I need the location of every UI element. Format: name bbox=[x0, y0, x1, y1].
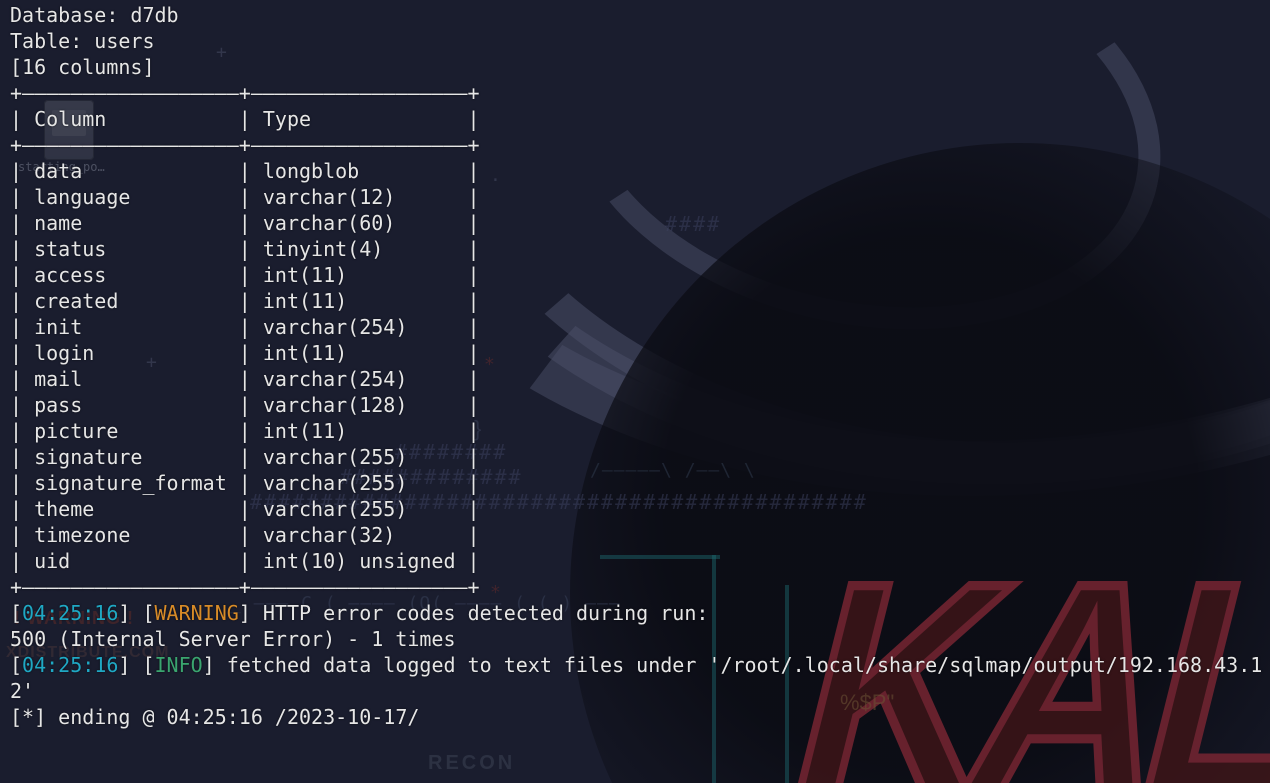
terminal-line: 2' bbox=[10, 678, 1270, 704]
terminal-line: | uid | int(10) unsigned | bbox=[10, 548, 1270, 574]
terminal-line: | login | int(11) | bbox=[10, 340, 1270, 366]
terminal-line: | timezone | varchar(32) | bbox=[10, 522, 1270, 548]
terminal-line: | signature_format | varchar(255) | bbox=[10, 470, 1270, 496]
terminal-output[interactable]: Database: d7dbTable: users[16 columns]+—… bbox=[0, 0, 1270, 730]
terminal-line: +——————————————————+——————————————————+ bbox=[10, 132, 1270, 158]
log-timestamp: 04:25:16 bbox=[22, 601, 118, 625]
log-level-warning: WARNING bbox=[155, 601, 239, 625]
terminal-line: +——————————————————+——————————————————+ bbox=[10, 574, 1270, 600]
terminal-line: | name | varchar(60) | bbox=[10, 210, 1270, 236]
terminal-line: [16 columns] bbox=[10, 54, 1270, 80]
terminal-line: | language | varchar(12) | bbox=[10, 184, 1270, 210]
terminal-line: 500 (Internal Server Error) - 1 times bbox=[10, 626, 1270, 652]
terminal-line: | pass | varchar(128) | bbox=[10, 392, 1270, 418]
terminal-line: | theme | varchar(255) | bbox=[10, 496, 1270, 522]
terminal-line: [04:25:16] [WARNING] HTTP error codes de… bbox=[10, 600, 1270, 626]
terminal-line: | created | int(11) | bbox=[10, 288, 1270, 314]
terminal-line: +——————————————————+——————————————————+ bbox=[10, 80, 1270, 106]
log-timestamp: 04:25:16 bbox=[22, 653, 118, 677]
terminal-line: | init | varchar(254) | bbox=[10, 314, 1270, 340]
terminal-line: Database: d7db bbox=[10, 2, 1270, 28]
wallpaper-recon-label: RECON bbox=[428, 752, 515, 775]
log-level-info: INFO bbox=[155, 653, 203, 677]
terminal-line: | picture | int(11) | bbox=[10, 418, 1270, 444]
terminal-line: | data | longblob | bbox=[10, 158, 1270, 184]
terminal-line: [*] ending @ 04:25:16 /2023-10-17/ bbox=[10, 704, 1270, 730]
terminal-line: | status | tinyint(4) | bbox=[10, 236, 1270, 262]
terminal-line: | mail | varchar(254) | bbox=[10, 366, 1270, 392]
terminal-line: | signature | varchar(255) | bbox=[10, 444, 1270, 470]
terminal-line: | Column | Type | bbox=[10, 106, 1270, 132]
terminal-line: [04:25:16] [INFO] fetched data logged to… bbox=[10, 652, 1270, 678]
terminal-line: | access | int(11) | bbox=[10, 262, 1270, 288]
terminal-line: Table: users bbox=[10, 28, 1270, 54]
